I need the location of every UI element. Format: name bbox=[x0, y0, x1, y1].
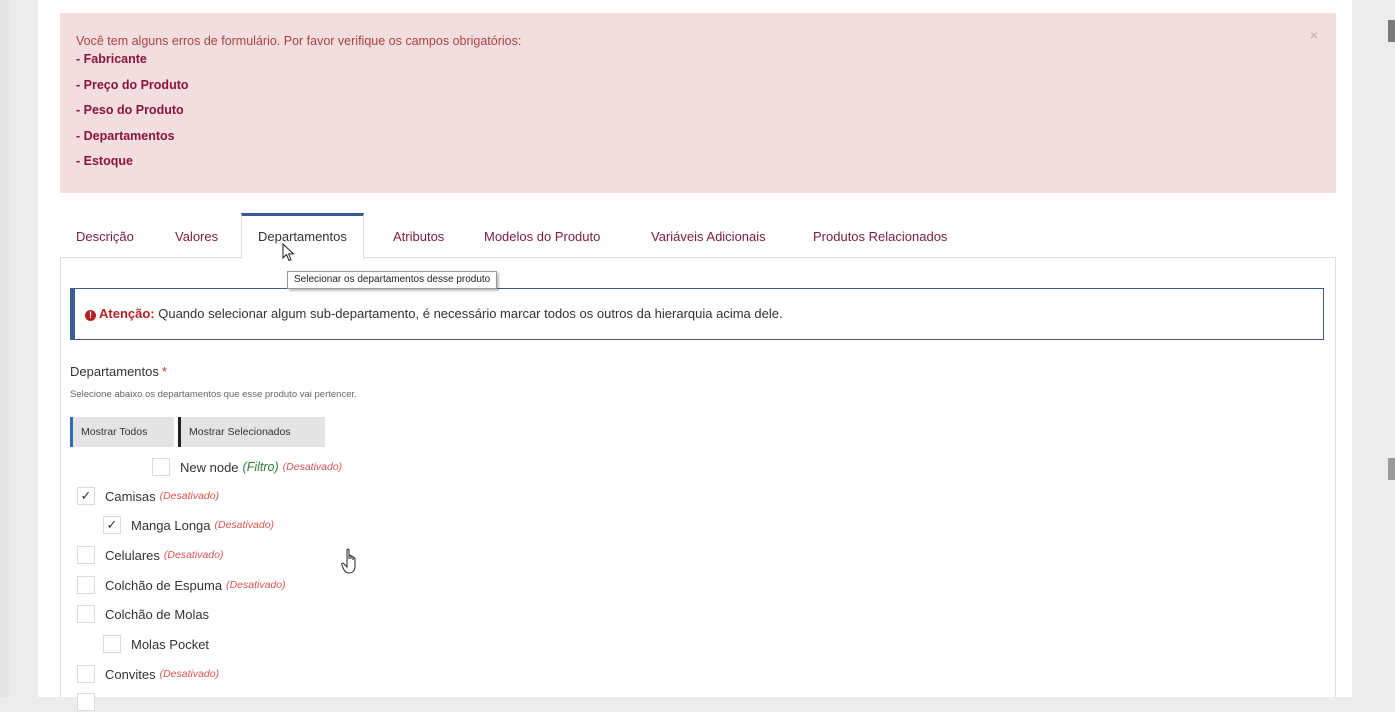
attention-notice: ! Atenção: Quando selecionar algum sub-de… bbox=[70, 288, 1324, 340]
disabled-tag: (Desativado) bbox=[282, 461, 343, 473]
tree-node-celulares[interactable]: Celulares (Desativado) bbox=[77, 545, 223, 565]
tree-node-convites[interactable]: Convites (Desativado) bbox=[77, 664, 219, 684]
alert-error-item: - Peso do Produto bbox=[76, 103, 184, 117]
tree-checkbox[interactable] bbox=[77, 576, 95, 594]
alert-intro-text: Você tem alguns erros de formulário. Por… bbox=[76, 34, 522, 48]
tab-modelos-do-produto[interactable]: Modelos do Produto bbox=[484, 213, 600, 258]
tree-node-molas-pocket[interactable]: Molas Pocket bbox=[103, 634, 209, 654]
hand-pointer-icon bbox=[341, 548, 356, 574]
tab-descricao[interactable]: Descrição bbox=[76, 213, 134, 258]
window-left-edge bbox=[0, 0, 9, 697]
alert-error-item: - Departamentos bbox=[76, 128, 175, 143]
filter-tag: (Filtro) bbox=[242, 460, 279, 474]
alert-error-list: - Fabricante - Preço do Produto - Peso d… bbox=[76, 52, 189, 180]
attention-label: Atenção: bbox=[99, 306, 155, 321]
tree-node-colchao-de-espuma[interactable]: Colchão de Espuma (Desativado) bbox=[77, 575, 286, 595]
close-icon[interactable]: × bbox=[1310, 27, 1318, 43]
disabled-tag: (Desativado) bbox=[159, 490, 220, 502]
form-error-alert: Você tem alguns erros de formulário. Por… bbox=[60, 13, 1336, 193]
mouse-pointer-icon bbox=[282, 243, 295, 262]
tree-checkbox[interactable]: ✓ bbox=[103, 516, 121, 534]
departments-title: Departamentos bbox=[70, 364, 159, 379]
alert-error-item: - Fabricante bbox=[76, 52, 147, 66]
tab-variaveis-adicionais[interactable]: Variáveis Adicionais bbox=[651, 213, 766, 258]
alert-error-item: - Preço do Produto bbox=[76, 77, 189, 92]
scrollbar-track[interactable] bbox=[1352, 0, 1395, 697]
tree-checkbox[interactable] bbox=[77, 605, 95, 623]
tree-checkbox[interactable] bbox=[77, 546, 95, 564]
exclamation-circle-icon: ! bbox=[85, 310, 96, 321]
attention-message: Quando selecionar algum sub-departamento… bbox=[154, 306, 783, 321]
tab-atributos[interactable]: Atributos bbox=[393, 213, 444, 258]
departments-help-text: Selecione abaixo os departamentos que es… bbox=[70, 389, 357, 400]
tab-valores[interactable]: Valores bbox=[175, 213, 218, 258]
show-all-button[interactable]: Mostrar Todos bbox=[70, 417, 174, 447]
disabled-tag: (Desativado) bbox=[214, 519, 275, 531]
show-selected-button[interactable]: Mostrar Selecionados bbox=[178, 417, 325, 447]
required-mark: * bbox=[161, 364, 167, 379]
tree-node-colchao-de-molas[interactable]: Colchão de Molas bbox=[77, 604, 209, 624]
tree-checkbox[interactable] bbox=[152, 458, 170, 476]
disabled-tag: (Desativado) bbox=[226, 579, 286, 591]
tree-node-camisas[interactable]: ✓ Camisas (Desativado) bbox=[77, 486, 219, 506]
alert-error-item: - Estoque bbox=[76, 154, 133, 168]
disabled-tag: (Desativado) bbox=[163, 549, 224, 561]
product-tabs: Descrição Valores Departamentos Atributo… bbox=[60, 213, 1336, 259]
tree-node-manga-longa[interactable]: ✓ Manga Longa (Desativado) bbox=[103, 515, 274, 535]
tree-node-partial[interactable] bbox=[77, 692, 105, 712]
tab-produtos-relacionados[interactable]: Produtos Relacionados bbox=[813, 213, 947, 258]
tree-checkbox[interactable]: ✓ bbox=[77, 487, 95, 505]
tree-checkbox[interactable] bbox=[77, 665, 95, 683]
scrollbar-marker bbox=[1388, 458, 1395, 480]
tree-node-new-node[interactable]: New node (Filtro) (Desativado) bbox=[152, 457, 342, 477]
departments-field-label: Departamentos * bbox=[70, 364, 167, 379]
tab-tooltip: Selecionar os departamentos desse produt… bbox=[287, 271, 498, 289]
tab-departamentos[interactable]: Departamentos bbox=[241, 213, 364, 259]
tree-checkbox[interactable] bbox=[77, 693, 95, 711]
scrollbar-thumb[interactable] bbox=[1388, 20, 1395, 42]
disabled-tag: (Desativado) bbox=[159, 668, 220, 680]
tree-checkbox[interactable] bbox=[103, 635, 121, 653]
